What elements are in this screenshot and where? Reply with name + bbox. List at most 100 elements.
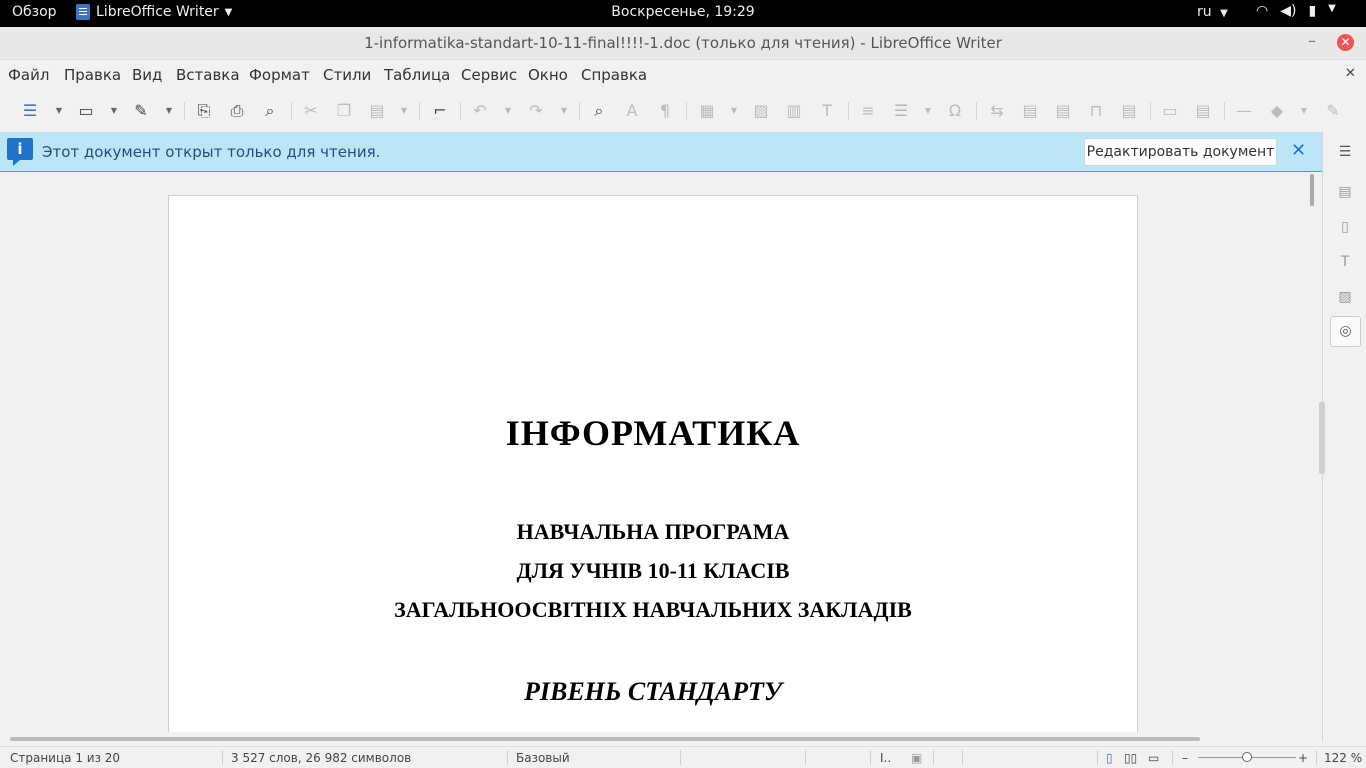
document-subtitle-line-1: НАВЧАЛЬНА ПРОГРАМА [516, 519, 790, 544]
clone-formatting-icon[interactable]: ⌐ [430, 101, 450, 121]
edit-document-button[interactable]: Редактировать документ [1084, 138, 1277, 166]
close-window-button[interactable]: ✕ [1337, 34, 1354, 51]
page-break-icon[interactable]: ≡ [858, 101, 878, 121]
document-page[interactable]: ІНФОРМАТИКА НАВЧАЛЬНА ПРОГРАМА ДЛЯ УЧНІВ… [168, 195, 1138, 732]
vertical-scrollbar-thumb[interactable] [1310, 174, 1314, 206]
menu-tools[interactable]: Сервис [461, 66, 517, 84]
chevron-down-icon[interactable]: ▼ [559, 101, 569, 121]
copy-icon[interactable]: ❐ [334, 101, 354, 121]
close-icon[interactable]: ✕ [1291, 140, 1306, 161]
menu-help[interactable]: Справка [581, 66, 647, 84]
endnote-icon[interactable]: ▤ [1053, 101, 1073, 121]
book-view-icon[interactable]: ▭ [1148, 751, 1159, 765]
sidebar-tab-bar: ☰ ▤ ▯ T ▨ ◎ [1322, 132, 1366, 742]
properties-icon[interactable]: ▤ [1335, 182, 1355, 202]
undo-icon[interactable]: ↶ [470, 101, 490, 121]
styles-icon[interactable]: T [1335, 252, 1355, 272]
horizontal-scrollbar[interactable] [0, 732, 1322, 746]
page-count[interactable]: Страница 1 из 20 [10, 751, 120, 765]
toggle-sidebar-icon[interactable]: ☰ [20, 101, 40, 121]
selection-mode-icon[interactable]: I.. [880, 751, 891, 765]
redo-icon[interactable]: ↷ [526, 101, 546, 121]
readonly-infobar: i Этот документ открыт только для чтения… [0, 132, 1322, 172]
chevron-down-icon[interactable]: ▼ [923, 101, 933, 121]
toolbar-separator [184, 102, 185, 120]
track-changes-icon[interactable]: ▤ [1193, 101, 1213, 121]
chevron-down-icon[interactable]: ▼ [503, 101, 513, 121]
print-icon[interactable]: ⎙ [227, 101, 247, 121]
insert-chart-icon[interactable]: ▥ [784, 101, 804, 121]
chevron-down-icon[interactable]: ▼ [1299, 101, 1309, 121]
system-tray[interactable]: ◠ ◀) ▮ ▼ [1256, 3, 1336, 19]
writer-app-icon [76, 4, 90, 20]
menu-table[interactable]: Таблица [384, 66, 450, 84]
insert-table-icon[interactable]: ▦ [697, 101, 717, 121]
footnote-icon[interactable]: ▤ [1020, 101, 1040, 121]
spelling-icon[interactable]: A [622, 101, 642, 121]
cut-icon[interactable]: ✂ [301, 101, 321, 121]
hyperlink-icon[interactable]: ⇆ [987, 101, 1007, 121]
menu-view[interactable]: Вид [132, 66, 162, 84]
gallery-icon[interactable]: ▨ [1335, 287, 1355, 307]
formatting-marks-icon[interactable]: ¶ [655, 101, 675, 121]
word-count[interactable]: 3 527 слов, 26 982 символов [231, 751, 411, 765]
paste-icon[interactable]: ▤ [367, 101, 387, 121]
document-subtitle-line-3: ЗАГАЛЬНООСВІТНІХ НАВЧАЛЬНИХ ЗАКЛАДІВ [394, 597, 912, 622]
insert-image-icon[interactable]: ▨ [751, 101, 771, 121]
chevron-down-icon[interactable]: ▼ [729, 101, 739, 121]
zoom-out-button[interactable]: – [1182, 751, 1188, 765]
app-menu-label: LibreOffice Writer [96, 4, 219, 20]
export-pdf-icon[interactable]: ⎘ [194, 101, 214, 121]
single-page-view-icon[interactable]: ▯ [1106, 751, 1113, 765]
status-separator [870, 750, 871, 765]
basic-shapes-icon[interactable]: ◆ [1267, 101, 1287, 121]
navigator-icon[interactable]: ◎ [1330, 316, 1361, 347]
menu-edit[interactable]: Правка [64, 66, 121, 84]
save-icon[interactable]: ✎ [131, 101, 151, 121]
multi-page-view-icon[interactable]: ▯▯ [1124, 751, 1137, 765]
insert-line-icon[interactable]: — [1234, 101, 1254, 121]
special-character-icon[interactable]: Ω [945, 101, 965, 121]
chevron-down-icon: ▼ [224, 6, 233, 18]
draw-functions-icon[interactable]: ✎ [1323, 101, 1343, 121]
zoom-level[interactable]: 122 % [1324, 751, 1362, 765]
open-icon[interactable]: ▭ [76, 101, 96, 121]
chevron-down-icon: ▼ [1220, 8, 1228, 19]
minimize-button[interactable]: – [1308, 31, 1316, 50]
menu-insert[interactable]: Вставка [176, 66, 240, 84]
chevron-down-icon[interactable]: ▼ [399, 101, 409, 121]
insert-field-icon[interactable]: ☰ [891, 101, 911, 121]
horizontal-scrollbar-thumb[interactable] [10, 737, 1200, 741]
close-document-button[interactable]: ✕ [1345, 66, 1356, 81]
find-replace-icon[interactable]: ⌕ [589, 101, 609, 121]
sidebar-collapse-handle[interactable] [1319, 402, 1325, 474]
insert-textbox-icon[interactable]: T [817, 101, 837, 121]
comment-icon[interactable]: ▭ [1160, 101, 1180, 121]
page-icon[interactable]: ▯ [1335, 217, 1355, 237]
keyboard-layout-indicator[interactable]: ru ▼ [1197, 4, 1228, 20]
cross-reference-icon[interactable]: ▤ [1119, 101, 1139, 121]
bookmark-icon[interactable]: ⊓ [1086, 101, 1106, 121]
toolbar-separator [579, 102, 580, 120]
menu-window[interactable]: Окно [528, 66, 568, 84]
menu-bar: Файл Правка Вид Вставка Формат Стили Таб… [0, 60, 1366, 90]
zoom-in-button[interactable]: + [1298, 751, 1308, 765]
chevron-down-icon[interactable]: ▼ [164, 101, 174, 121]
wifi-icon: ◠ [1256, 3, 1269, 19]
activities-button[interactable]: Обзор [12, 4, 57, 20]
chevron-down-icon[interactable]: ▼ [54, 101, 64, 121]
menu-file[interactable]: Файл [8, 66, 49, 84]
chevron-down-icon[interactable]: ▼ [109, 101, 119, 121]
app-menu[interactable]: LibreOffice Writer ▼ [76, 4, 232, 20]
sidebar-menu-icon[interactable]: ☰ [1335, 142, 1355, 162]
menu-styles[interactable]: Стили [323, 66, 371, 84]
menu-format[interactable]: Формат [249, 66, 310, 84]
system-top-bar: Обзор LibreOffice Writer ▼ Воскресенье, … [0, 0, 1366, 27]
print-preview-icon[interactable]: ⌕ [260, 101, 280, 121]
document-canvas[interactable]: ІНФОРМАТИКА НАВЧАЛЬНА ПРОГРАМА ДЛЯ УЧНІВ… [0, 172, 1306, 732]
document-modified-icon: ▣ [911, 751, 923, 765]
document-subtitle-line-2: ДЛЯ УЧНІВ 10-11 КЛАСІВ [516, 558, 790, 583]
status-bar: Страница 1 из 20 3 527 слов, 26 982 симв… [0, 746, 1366, 768]
zoom-slider-handle[interactable] [1242, 752, 1252, 762]
page-style[interactable]: Базовый [516, 751, 570, 765]
